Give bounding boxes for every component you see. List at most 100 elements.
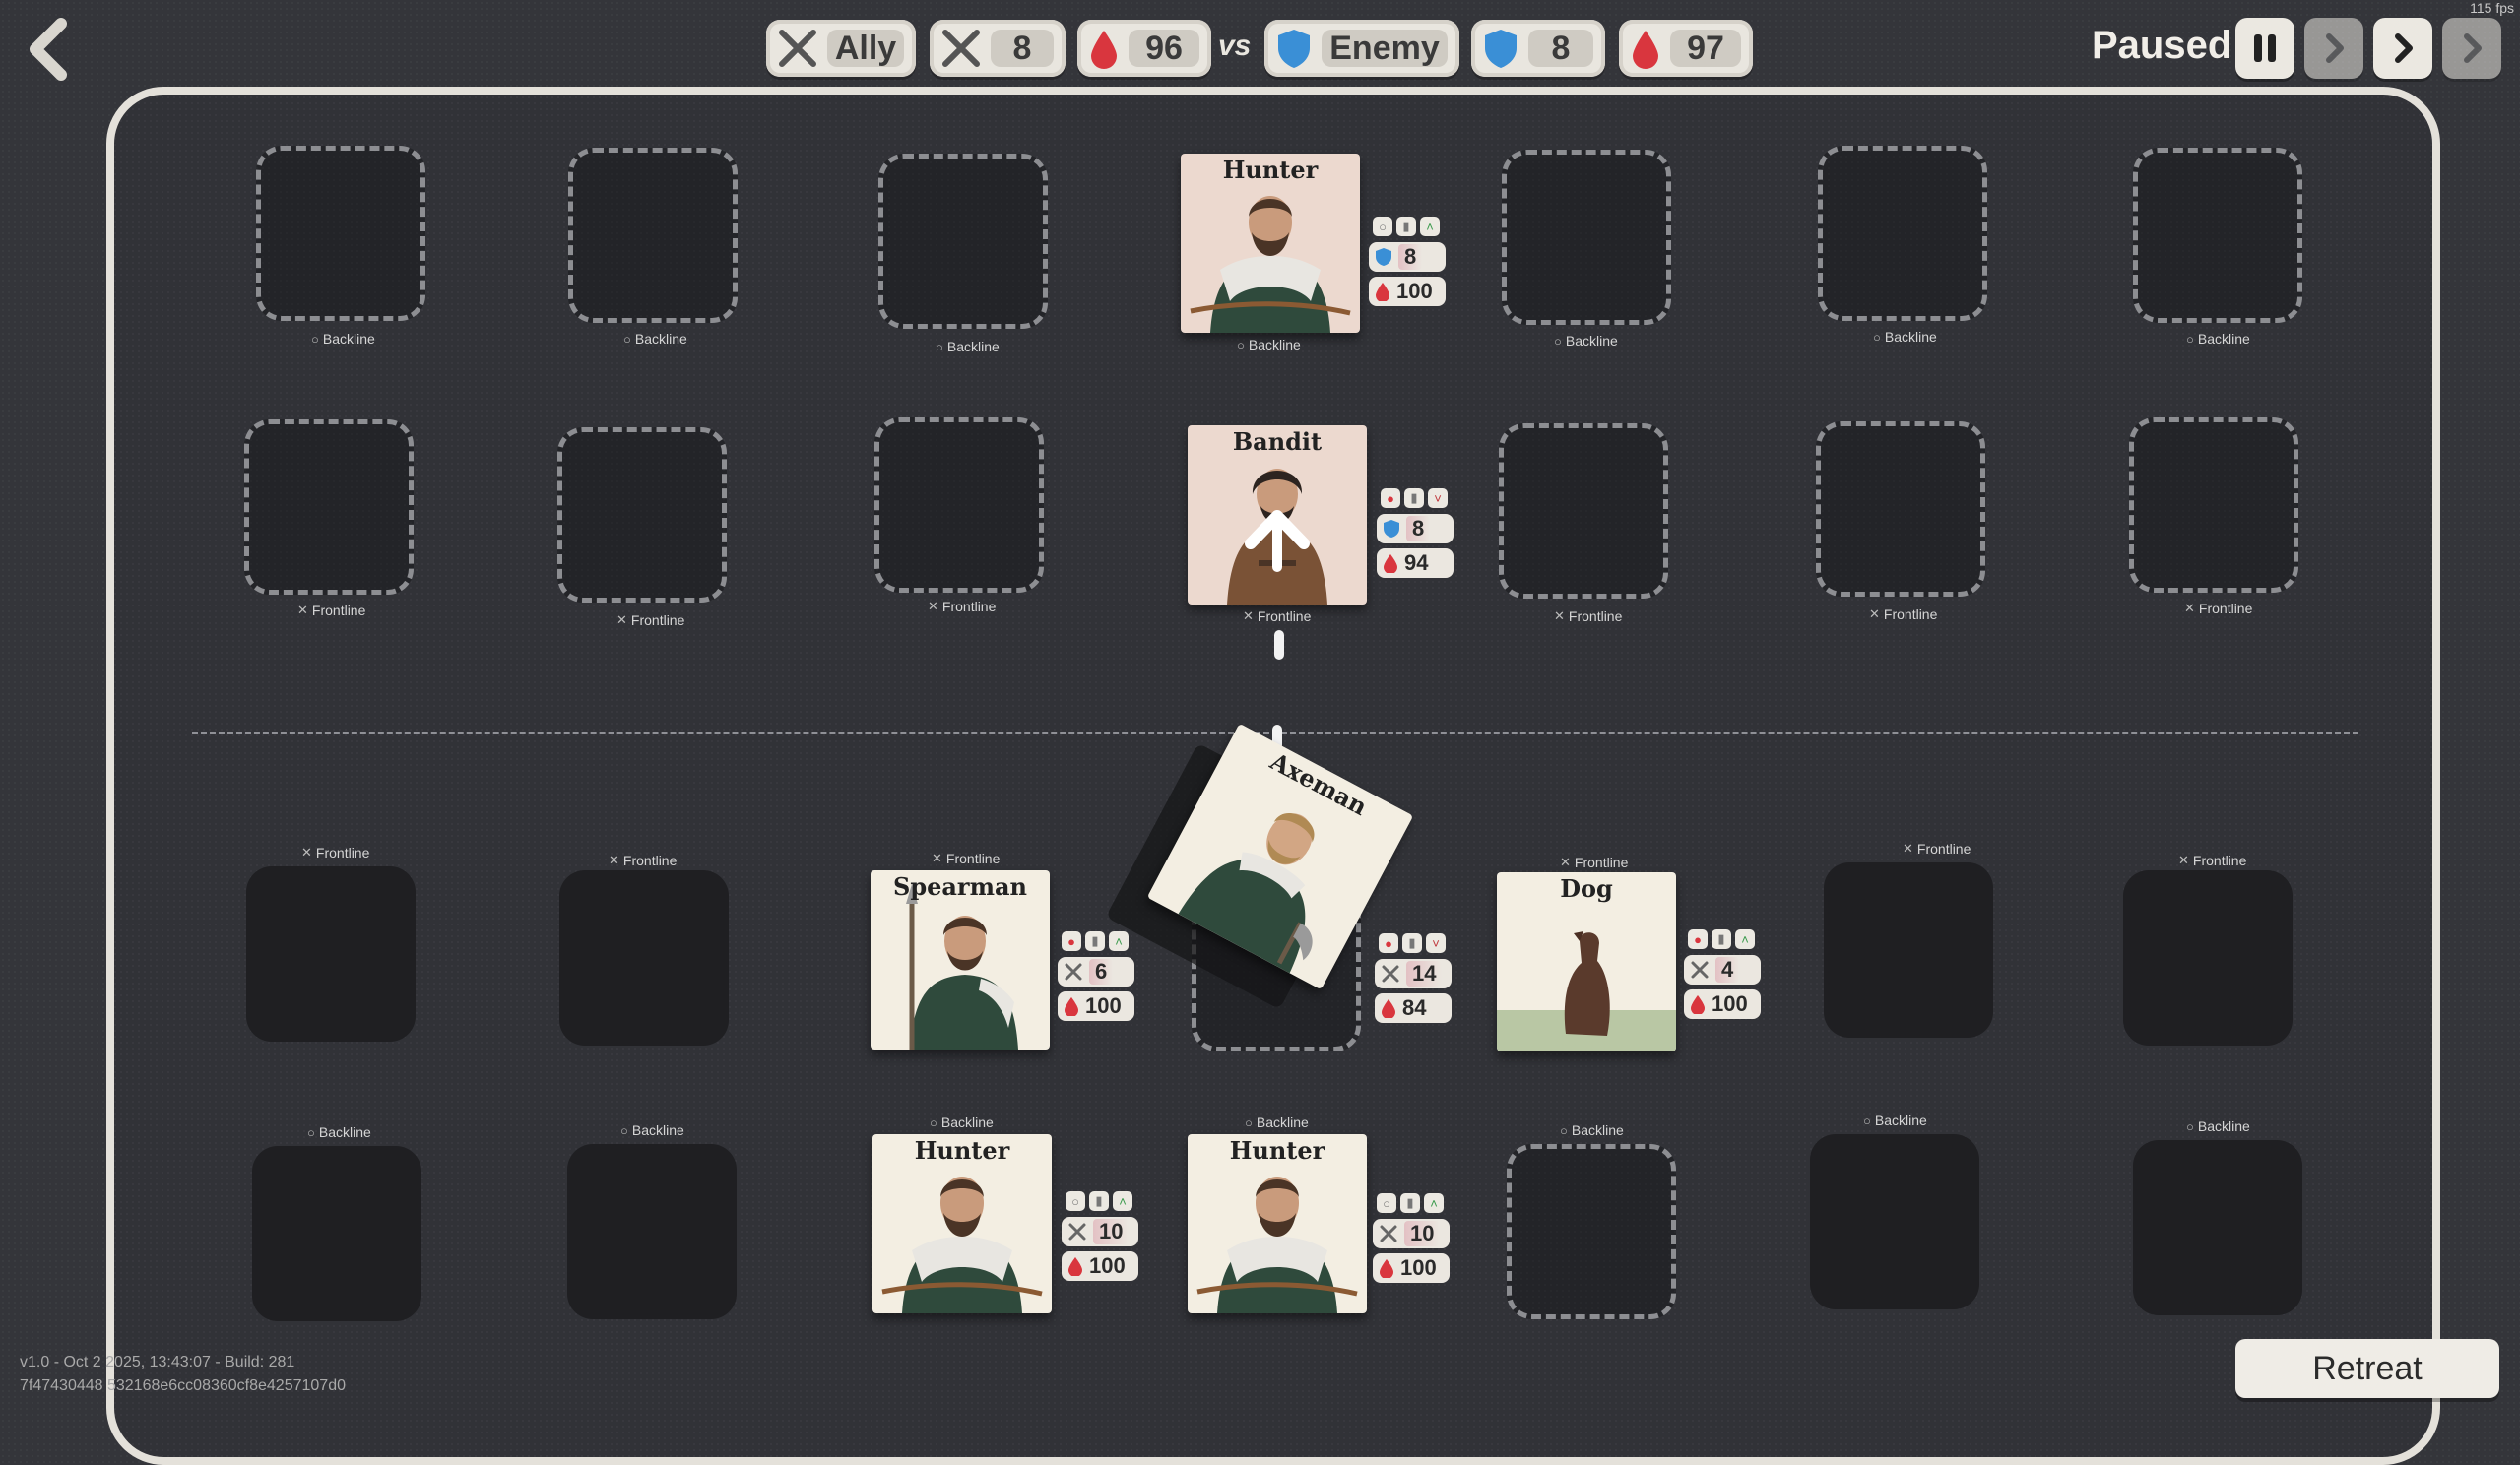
back-button[interactable] [22,14,77,85]
pause-button[interactable] [2235,18,2294,79]
blood-drop-icon [1691,995,1705,1014]
slot-label: ✕ Frontline [2184,601,2253,616]
chevron-down-icon: ˅ [1428,488,1448,508]
retreat-button[interactable]: Retreat [2235,1339,2499,1398]
unit-stats-ally-axeman: ● ▮ ˅ 14 84 [1375,933,1454,1028]
status-icon: ○ [1373,217,1392,236]
ally-attack-badge: 8 [930,20,1066,77]
slot-label: ✕ Frontline [1903,841,1971,857]
chevron-up-icon: ˄ [1109,931,1129,951]
crossed-swords-icon [779,30,816,67]
attack-stat: 10 [1062,1217,1138,1246]
ally-frontline-slot-7[interactable] [2123,870,2293,1046]
fast-forward-button[interactable] [2442,18,2501,79]
enemy-frontline-slot-3[interactable] [874,417,1044,593]
unit-stats-enemy-bandit: ● ▮ ˅ 8 94 [1377,488,1455,583]
health-stat: 100 [1369,277,1446,306]
blood-drop-icon [1065,997,1078,1016]
enemy-backline-slot-2[interactable] [568,148,738,323]
pause-icon [2254,34,2276,62]
unit-card-ally-dog[interactable]: Dog [1497,872,1676,1051]
unit-stats-ally-spearman: ● ▮ ˄ 6 100 [1058,931,1136,1026]
slot-label: ○ Backline [620,1122,684,1138]
ally-backline-slot-1[interactable] [252,1146,421,1321]
enemy-backline-slot-5[interactable] [1502,150,1671,325]
version-line: v1.0 - Oct 2 2025, 13:43:07 - Build: 281 [20,1354,295,1370]
slot-label: ○ Backline [1554,333,1618,349]
slot-label: ○ Backline [623,331,687,347]
arrow-up-icon [1245,510,1310,572]
health-stat: 94 [1377,548,1454,578]
unit-stats-ally-hunter-1: ○ ▮ ˄ 10 100 [1062,1191,1140,1286]
shield-icon [1376,248,1391,266]
unit-card-enemy-bandit[interactable]: Bandit [1188,425,1367,605]
enemy-backline-slot-1[interactable] [256,146,425,321]
health-stat: 100 [1373,1253,1450,1283]
unit-card-enemy-hunter[interactable]: Hunter [1181,154,1360,333]
fps-counter: 115 fps [2470,0,2514,16]
enemy-backline-slot-6[interactable] [1818,146,1987,321]
attack-stat: 4 [1684,955,1761,985]
blood-drop-icon [1380,1259,1393,1278]
slot-label: ○ Backline [1560,1122,1624,1138]
slot-label: ○ Backline [1237,337,1301,352]
health-stat: 84 [1375,993,1452,1023]
slot-label: ✕ Frontline [616,612,685,628]
blood-drop-icon [1382,999,1395,1018]
crossed-swords-icon [1068,1223,1086,1241]
enemy-frontline-slot-2[interactable] [557,427,727,603]
unit-stats-ally-hunter-2: ○ ▮ ˄ 10 100 [1373,1193,1452,1288]
enemy-backline-slot-7[interactable] [2133,148,2302,323]
ally-backline-slot-5[interactable] [1507,1144,1676,1319]
ally-backline-slot-7[interactable] [2133,1140,2302,1315]
enemy-frontline-slot-6[interactable] [1816,421,1985,597]
unit-name: Hunter [1222,156,1319,184]
blood-drop-icon [1384,554,1397,573]
unit-card-ally-spearman[interactable]: Spearman [871,870,1050,1050]
unit-stats-enemy-hunter: ○ ▮ ˄ 8 100 [1369,217,1448,311]
enemy-armor-value: 8 [1528,30,1593,67]
crossed-swords-icon [1382,965,1399,983]
slot-label: ✕ Frontline [1243,608,1312,624]
attack-stat: 6 [1058,957,1134,987]
status-icon: ○ [1066,1191,1085,1211]
status-icon: ● [1381,488,1400,508]
enemy-frontline-slot-1[interactable] [244,419,414,595]
ally-label: Ally [827,30,904,67]
ally-team-badge: Ally [766,20,916,77]
ally-attack-value: 8 [991,30,1054,67]
play-button[interactable] [2373,18,2432,79]
enemy-frontline-slot-5[interactable] [1499,423,1668,599]
slot-label: ○ Backline [1873,329,1937,345]
slot-label: ✕ Frontline [609,853,678,868]
blood-drop-icon [1068,1257,1082,1276]
shield-icon [1278,30,1310,68]
unit-name: Hunter [914,1136,1010,1165]
build-hash: 7f47430448 532168e6cc08360cf8e4257107d0 [20,1377,346,1394]
slot-label: ○ Backline [307,1124,371,1140]
ally-backline-slot-6[interactable] [1810,1134,1979,1309]
blood-drop-icon [1091,31,1117,69]
unit-card-ally-hunter-1[interactable]: Hunter [872,1134,1052,1313]
ally-backline-slot-2[interactable] [567,1144,737,1319]
shield-icon [1485,30,1517,68]
slot-label: ✕ Frontline [297,603,366,618]
status-icon: ○ [1377,1193,1396,1213]
unit-stats-ally-dog: ● ▮ ˄ 4 100 [1684,929,1763,1024]
play-slow-button[interactable] [2304,18,2363,79]
versus-label: vs [1218,30,1252,62]
armor-stat: 8 [1377,514,1454,543]
ally-health-value: 96 [1129,30,1199,67]
ally-frontline-slot-6[interactable] [1824,862,1993,1038]
enemy-frontline-slot-7[interactable] [2129,417,2298,593]
fast-forward-icon [2464,33,2482,63]
enemy-backline-slot-3[interactable] [878,154,1048,329]
attack-stat: 10 [1373,1219,1450,1248]
ally-frontline-slot-2[interactable] [559,870,729,1046]
ally-frontline-slot-1[interactable] [246,866,416,1042]
unit-card-ally-hunter-2[interactable]: Hunter [1188,1134,1367,1313]
crossed-swords-icon [1691,961,1709,979]
chevron-right-icon [2326,33,2344,63]
unit-name: Dog [1560,874,1613,903]
slot-label: ✕ Frontline [932,851,1001,866]
